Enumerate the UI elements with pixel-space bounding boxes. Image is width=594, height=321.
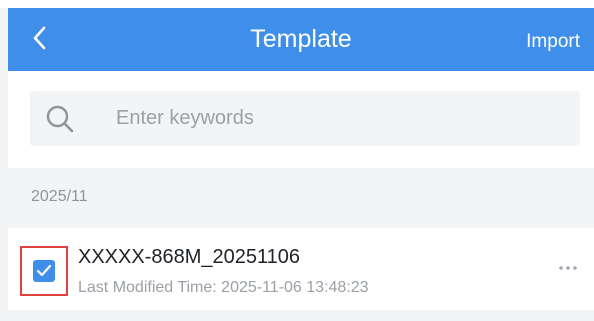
import-button[interactable]: Import bbox=[526, 8, 580, 71]
search-section bbox=[8, 71, 594, 168]
app-header: Template Import bbox=[8, 8, 594, 71]
checkmark-icon bbox=[36, 264, 52, 277]
item-modified-time: Last Modified Time: 2025-11-06 13:48:23 bbox=[78, 279, 369, 296]
checkbox-checked bbox=[33, 260, 55, 282]
more-icon bbox=[559, 266, 577, 270]
back-button[interactable] bbox=[26, 22, 52, 54]
search-box[interactable] bbox=[30, 91, 580, 146]
more-options-button[interactable] bbox=[556, 258, 580, 278]
item-checkbox[interactable] bbox=[20, 246, 68, 296]
item-title: XXXXX-868M_20251106 bbox=[78, 246, 301, 268]
status-strip bbox=[0, 0, 594, 8]
search-icon bbox=[46, 105, 74, 133]
group-header-date: 2025/11 bbox=[31, 188, 88, 205]
template-list-item[interactable]: XXXXX-868M_20251106 Last Modified Time: … bbox=[8, 228, 594, 310]
chevron-left-icon bbox=[33, 26, 46, 50]
search-input[interactable] bbox=[116, 91, 566, 146]
page-title: Template bbox=[250, 25, 352, 53]
